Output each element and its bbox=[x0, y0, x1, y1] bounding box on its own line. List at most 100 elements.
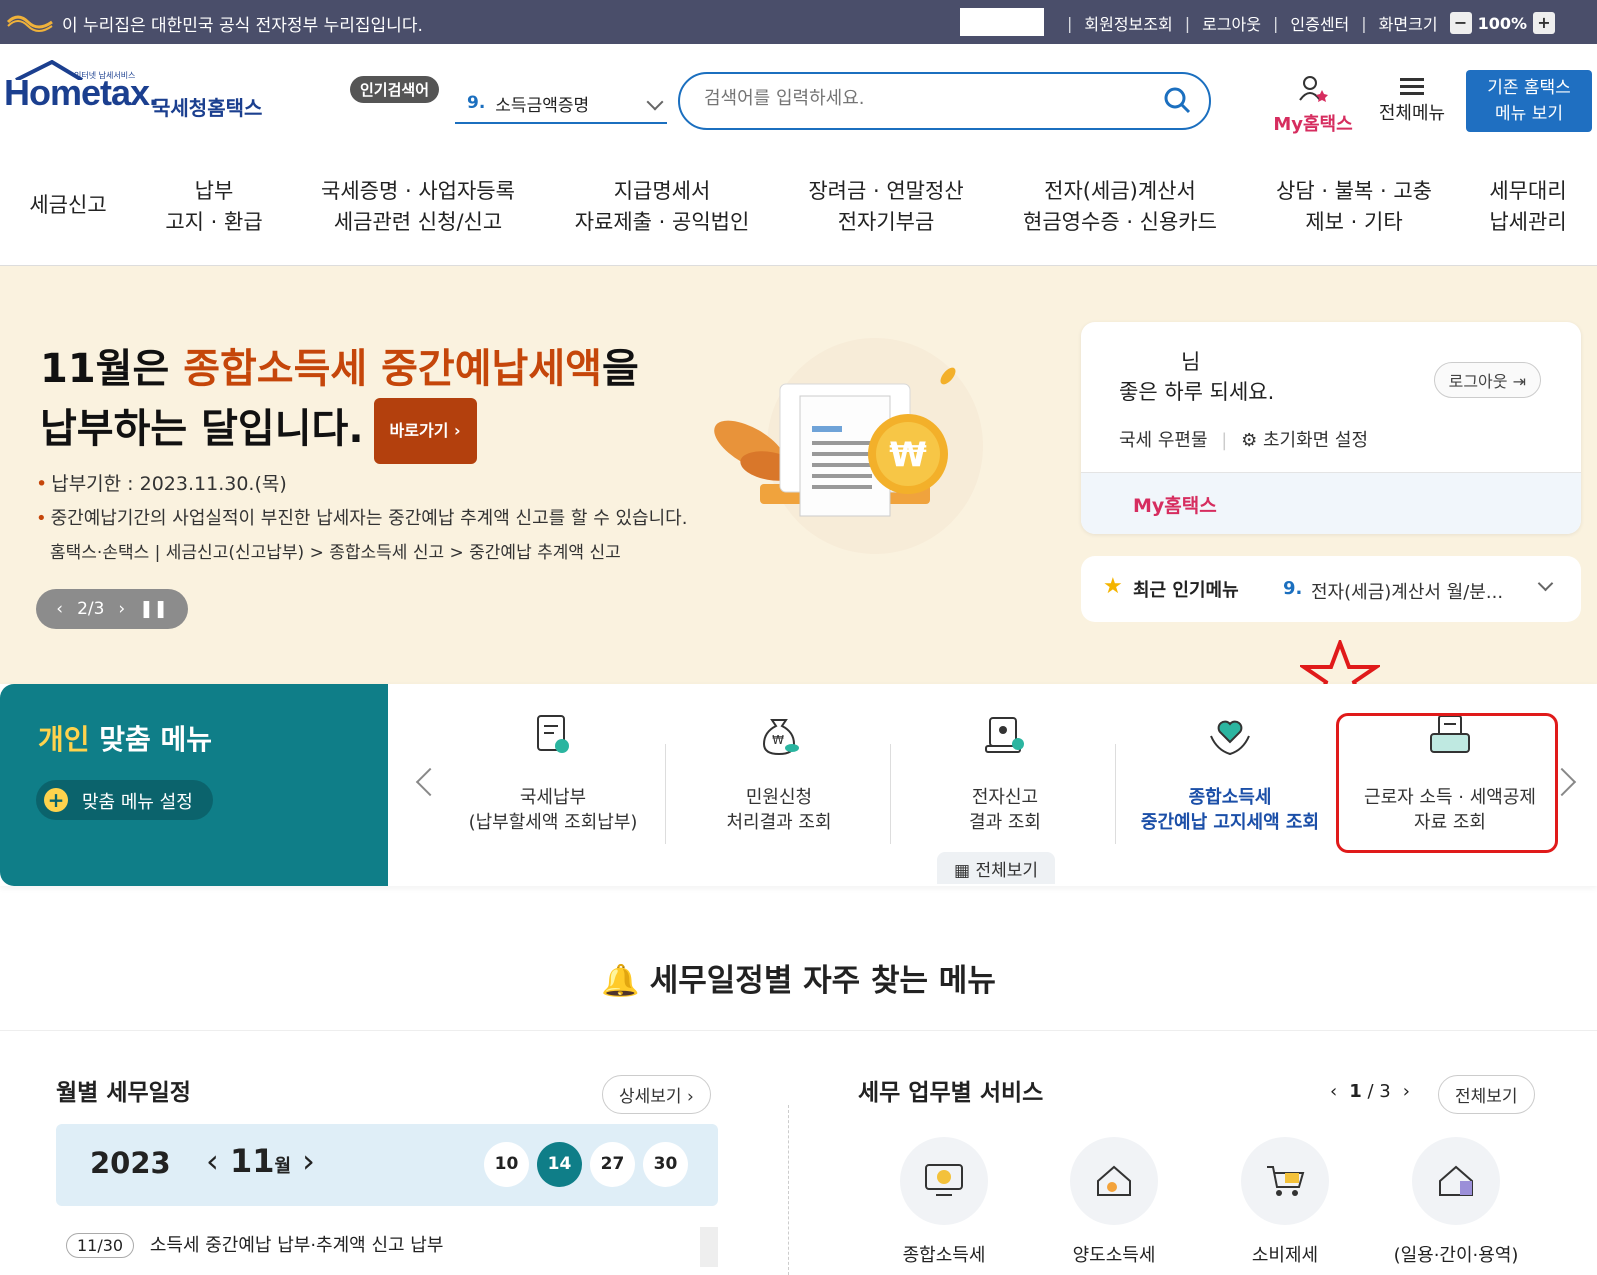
next-month-icon[interactable]: › bbox=[302, 1142, 315, 1180]
popular-search-select[interactable]: 9. 소득금액증명 bbox=[455, 84, 667, 124]
all-menu-button[interactable]: 전체메뉴 bbox=[1372, 74, 1452, 125]
home-setting-link[interactable]: 초기화면 설정 bbox=[1263, 430, 1368, 451]
star-icon: ★ bbox=[1103, 574, 1123, 599]
member-info-link[interactable]: 회원정보조회 bbox=[1084, 11, 1172, 35]
scrollbar[interactable] bbox=[700, 1227, 718, 1267]
logout-label: 로그아웃 bbox=[1448, 372, 1508, 391]
pause-icon[interactable]: ❚❚ bbox=[139, 599, 168, 619]
popular-badge: 인기검색어 bbox=[350, 76, 440, 103]
custom-menu-setting-button[interactable]: + 맞춤 메뉴 설정 bbox=[36, 780, 213, 820]
banner-path: 홈택스·손택스 | 세금신고(신고납부) > 종합소득세 신고 > 중간예납 추… bbox=[50, 543, 621, 563]
brand-korean: 국세청홈택스 bbox=[152, 96, 263, 120]
all-menu-label: 전체메뉴 bbox=[1378, 103, 1446, 124]
next-icon[interactable]: › bbox=[1403, 1081, 1410, 1102]
gnb-item-statement[interactable]: 지급명세서 자료제출 · 공익법인 bbox=[575, 176, 750, 238]
detail-button[interactable]: 상세보기 › bbox=[602, 1075, 711, 1114]
menu-e-filing-result[interactable]: 전자신고 결과 조회 bbox=[892, 712, 1118, 835]
gnb-label: 납부 bbox=[194, 179, 234, 203]
go-button[interactable]: 바로가기 › bbox=[373, 398, 477, 464]
search-icon[interactable] bbox=[1163, 86, 1191, 114]
day-button[interactable]: 10 bbox=[484, 1142, 529, 1187]
menu-civil-request[interactable]: ₩ 민원신청 처리결과 조회 bbox=[666, 712, 892, 835]
bell-icon: 🔔 bbox=[601, 963, 640, 999]
service-global-income[interactable]: 종합소득세 bbox=[869, 1137, 1019, 1267]
recent-title: 최근 인기메뉴 bbox=[1133, 580, 1239, 601]
gnb-item-e-invoice[interactable]: 전자(세금)계산서현금영수증 · 신용카드 bbox=[1023, 176, 1217, 238]
old-menu-line2: 메뉴 보기 bbox=[1495, 104, 1563, 124]
service-daily-labor[interactable]: (일용·간이·용역) bbox=[1381, 1137, 1531, 1267]
service-transfer-income[interactable]: 양도소득세 bbox=[1039, 1137, 1189, 1267]
separator: | bbox=[1067, 13, 1073, 33]
custom-menu-panel: 개인 맞춤 메뉴 + 맞춤 메뉴 설정 bbox=[0, 684, 388, 886]
next-icon[interactable]: › bbox=[118, 599, 125, 619]
gnb-item-tax-report[interactable]: 세금신고 bbox=[29, 190, 106, 221]
banner-deadline: • 납부기한 : 2023.11.30.(목) bbox=[36, 473, 287, 495]
gnb-item-payment[interactable]: 납부 고지 · 환급 bbox=[165, 176, 262, 238]
gnb-item-agent[interactable]: 세무대리 납세관리 bbox=[1489, 176, 1566, 238]
calendar-year: 2023 bbox=[90, 1146, 171, 1180]
cart-icon bbox=[1241, 1137, 1329, 1225]
logout-button[interactable]: 로그아웃 ⇥ bbox=[1433, 362, 1541, 398]
monthly-schedule-title: 월별 세무일정 bbox=[56, 1080, 191, 1106]
zoom-out-button[interactable]: − bbox=[1449, 12, 1472, 34]
gnb-item-consult[interactable]: 상담 · 불복 · 고충 제보 · 기타 bbox=[1276, 176, 1432, 238]
setting-label: 맞춤 메뉴 설정 bbox=[82, 792, 193, 813]
see-all-button[interactable]: ▦ 전체보기 bbox=[937, 852, 1055, 884]
deadline-text: 납부기한 : 2023.11.30.(목) bbox=[51, 473, 287, 495]
prev-icon[interactable]: ‹ bbox=[56, 599, 63, 619]
old-hometax-menu-button[interactable]: 기존 홈택스 메뉴 보기 bbox=[1466, 70, 1592, 132]
day-button-selected[interactable]: 14 bbox=[537, 1142, 582, 1187]
menu-tax-payment[interactable]: 국세납부 (납부할세액 조회납부) bbox=[440, 712, 666, 835]
menu-income-tax-interim[interactable]: 종합소득세 중간예납 고지세액 조회 bbox=[1117, 712, 1343, 835]
headline-part: 11월은 bbox=[40, 346, 184, 392]
zoom-value: 100% bbox=[1477, 13, 1527, 33]
menu-label: 처리결과 조회 bbox=[726, 812, 832, 833]
service-see-all-button[interactable]: 전체보기 bbox=[1438, 1075, 1535, 1114]
gnb-item-incentive[interactable]: 장려금 · 연말정산 전자기부금 bbox=[808, 176, 963, 238]
gnb-item-certificate[interactable]: 국세증명 · 사업자등록세금관련 신청/신고 bbox=[321, 176, 515, 238]
my-hometax-link[interactable]: My홈택스 bbox=[1133, 491, 1217, 518]
prev-icon[interactable]: ‹ bbox=[1330, 1081, 1337, 1102]
cert-center-link[interactable]: 인증센터 bbox=[1290, 11, 1349, 35]
gov-notice: 이 누리집은 대한민국 공식 전자정부 누리집입니다. bbox=[62, 16, 423, 36]
user-card: 님 좋은 하루 되세요. 로그아웃 ⇥ 국세 우편물 | ⚙ 초기화면 설정 M… bbox=[1081, 322, 1581, 534]
gnb-label: 국세증명 · 사업자등록 bbox=[321, 179, 515, 203]
gnb-label: 자료제출 · 공익법인 bbox=[574, 210, 750, 234]
recent-popular-menu[interactable]: ★ 최근 인기메뉴 9. 전자(세금)계산서 월/분... bbox=[1081, 556, 1581, 622]
divider bbox=[1115, 744, 1116, 844]
custom-menu-title: 개인 맞춤 메뉴 bbox=[38, 718, 212, 758]
schedule-section-title: 🔔 세무일정별 자주 찾는 메뉴 bbox=[0, 955, 1597, 1000]
day-button[interactable]: 27 bbox=[590, 1142, 635, 1187]
greeting: 좋은 하루 되세요. bbox=[1119, 380, 1275, 404]
e-filing-icon bbox=[985, 717, 1024, 753]
hometax-logo[interactable]: 인터넷 납세서비스 Hometax. 국세청홈택스 bbox=[4, 60, 262, 120]
mail-link[interactable]: 국세 우편물 bbox=[1119, 430, 1208, 451]
hamburger-icon bbox=[1372, 78, 1452, 95]
heart-hands-icon bbox=[1210, 720, 1250, 756]
logout-link[interactable]: 로그아웃 bbox=[1202, 11, 1261, 35]
pager-value: 2/3 bbox=[77, 599, 105, 619]
title-highlight: 개인 bbox=[38, 723, 90, 756]
schedule-text: 소득세 중간예납 납부·추계액 신고 납부 bbox=[149, 1235, 444, 1256]
my-hometax-button[interactable]: My홈택스 bbox=[1268, 74, 1358, 136]
house-coin-icon bbox=[1412, 1137, 1500, 1225]
schedule-row[interactable]: 11/30 소득세 중간예납 납부·추계액 신고 납부 bbox=[66, 1231, 444, 1258]
gnb-label: 전자(세금)계산서 bbox=[1044, 179, 1196, 203]
service-page: 1 / 3 bbox=[1349, 1081, 1391, 1102]
plus-icon: + bbox=[44, 788, 68, 812]
service-consumption-tax[interactable]: 소비제세 bbox=[1210, 1137, 1360, 1267]
gnb-label: 세무대리 bbox=[1489, 179, 1567, 203]
gnb-label: 세금신고 bbox=[29, 193, 107, 217]
separator: | bbox=[1221, 430, 1228, 451]
gnb-label: 세금관련 신청/신고 bbox=[333, 210, 503, 234]
search-input[interactable] bbox=[704, 88, 1124, 109]
page-current: 1 bbox=[1349, 1081, 1362, 1102]
blank-box bbox=[960, 8, 1044, 36]
popular-term: 소득금액증명 bbox=[495, 95, 590, 116]
day-button[interactable]: 30 bbox=[643, 1142, 688, 1187]
gnb-label: 현금영수증 · 신용카드 bbox=[1023, 210, 1217, 234]
zoom-in-button[interactable]: + bbox=[1533, 12, 1555, 34]
prev-month-icon[interactable]: ‹ bbox=[206, 1142, 219, 1180]
logout-icon: ⇥ bbox=[1512, 372, 1526, 391]
red-highlight-box bbox=[1336, 713, 1558, 853]
